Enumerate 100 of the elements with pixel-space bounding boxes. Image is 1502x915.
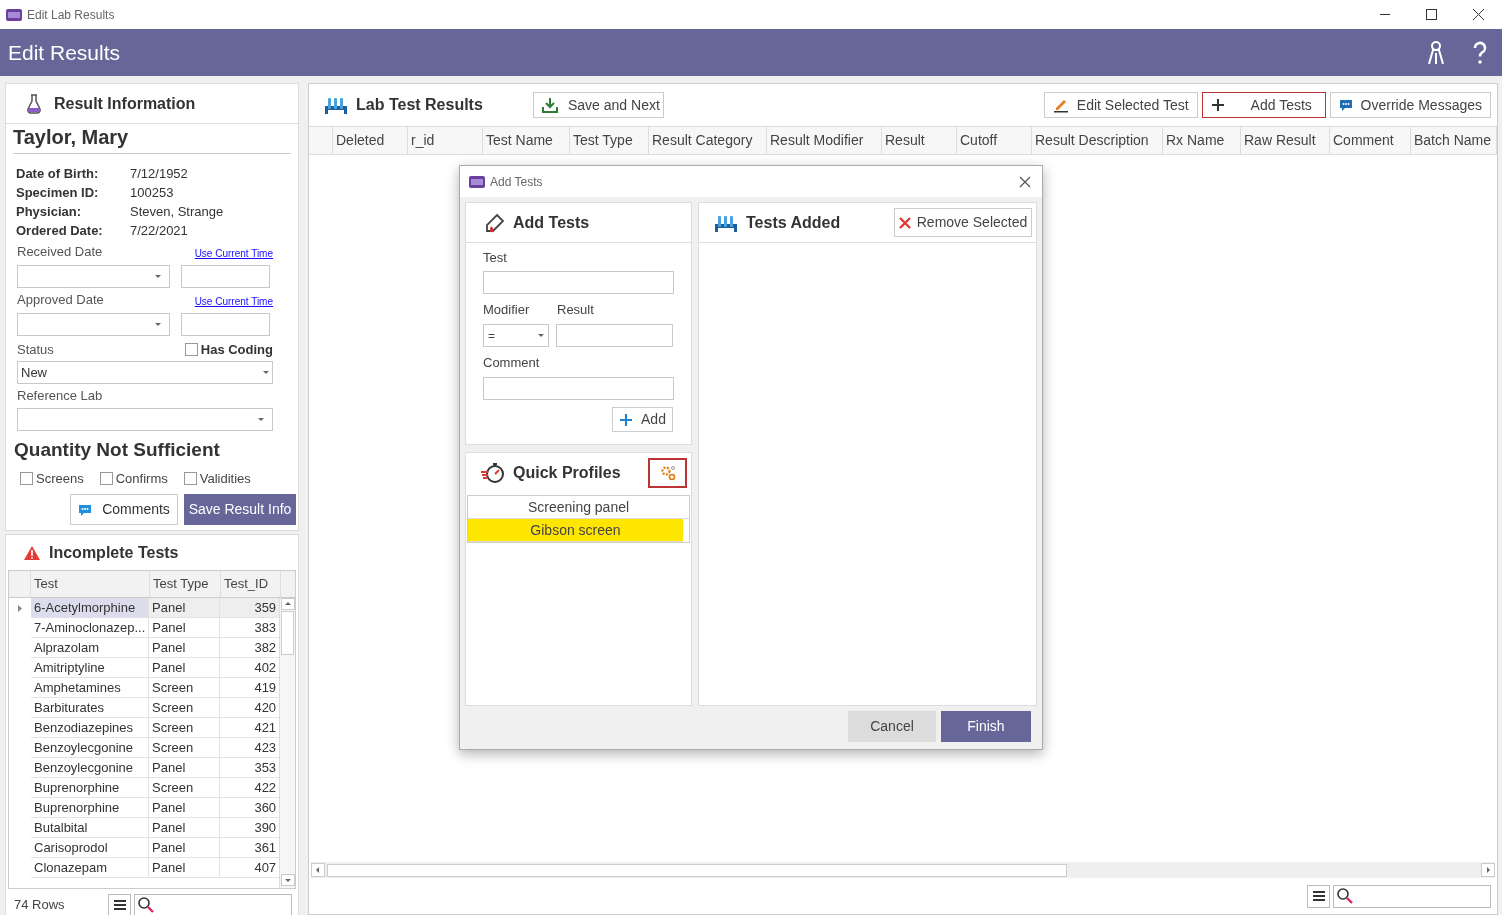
column-header[interactable]: Raw Result	[1241, 127, 1330, 154]
list-item[interactable]: Gibson screen	[468, 519, 683, 542]
checkbox[interactable]	[99, 471, 113, 485]
table-cell[interactable]: Screen	[149, 678, 220, 698]
scrollbar[interactable]	[311, 862, 1495, 878]
table-cell[interactable]: Benzoylecgonine	[31, 738, 150, 758]
checkbox[interactable]	[183, 471, 197, 485]
table-cell[interactable]: Amitriptyline	[31, 658, 150, 678]
table-cell[interactable]: Benzodiazepines	[31, 718, 150, 738]
table-cell[interactable]: Panel	[149, 838, 220, 858]
finish-button[interactable]: Finish	[941, 711, 1031, 742]
table-cell[interactable]: 6-Acetylmorphine	[31, 598, 150, 618]
menu-button[interactable]	[108, 893, 131, 915]
checkbox[interactable]	[20, 471, 33, 485]
table-cell[interactable]: Panel	[149, 858, 220, 878]
toolbar-button[interactable]: Edit Selected Test	[1043, 92, 1198, 118]
close-icon	[1473, 9, 1484, 20]
field-value: 100253	[130, 184, 175, 202]
plus-icon	[619, 412, 634, 427]
table-cell[interactable]: Panel	[149, 618, 220, 638]
table-cell[interactable]: Panel	[149, 758, 220, 778]
search-field[interactable]	[134, 893, 292, 915]
input-field[interactable]	[181, 313, 270, 336]
menu-button[interactable]	[1307, 884, 1330, 908]
table-cell[interactable]: Panel	[149, 798, 220, 818]
column-header[interactable]: Comment	[1330, 127, 1411, 154]
input-field[interactable]	[556, 324, 673, 347]
toolbar-button[interactable]: Save and Next	[533, 92, 664, 118]
checkbox[interactable]	[184, 342, 198, 356]
table-cell[interactable]: Panel	[149, 658, 220, 678]
input-field[interactable]	[181, 265, 270, 288]
checkbox-label: Confirms	[115, 469, 168, 488]
table-cell[interactable]: Screen	[149, 698, 220, 718]
add-button[interactable]: Add	[612, 407, 673, 432]
dropdown[interactable]	[17, 313, 170, 336]
search-field[interactable]	[1333, 884, 1491, 908]
table-cell[interactable]: Panel	[149, 818, 220, 838]
caret-icon	[155, 274, 161, 279]
column-header[interactable]: Test Name	[483, 127, 570, 154]
column-header[interactable]: Test	[31, 571, 150, 597]
column-header[interactable]: Test Type	[570, 127, 649, 154]
input-field[interactable]	[483, 271, 674, 294]
minimize-icon	[1380, 14, 1390, 15]
column-header[interactable]: Deleted	[333, 127, 408, 154]
column-header[interactable]: Result	[882, 127, 957, 154]
table-cell[interactable]: Screen	[149, 718, 220, 738]
column-header[interactable]: Rx Name	[1163, 127, 1241, 154]
scroll-thumb[interactable]	[327, 863, 1067, 877]
cancel-button[interactable]: Cancel	[848, 711, 936, 742]
scrollbar[interactable]	[279, 598, 295, 888]
field-label: Ordered Date:	[16, 222, 104, 240]
use-current-time-link[interactable]: Use Current Time	[194, 246, 273, 261]
dropdown[interactable]: =	[483, 324, 550, 347]
table-cell[interactable]: Clonazepam	[31, 858, 150, 878]
remove-selected-button[interactable]: Remove Selected	[894, 208, 1032, 237]
section-title: Tests Added	[746, 212, 841, 233]
column-header[interactable]: Cutoff	[957, 127, 1032, 154]
table-cell[interactable]: Panel	[149, 638, 220, 658]
column-header[interactable]: Batch Name	[1411, 127, 1497, 154]
table-cell[interactable]: 359	[219, 598, 280, 618]
comments-button[interactable]: Comments	[70, 494, 178, 525]
table-cell[interactable]: 7-Aminoclonazep...	[31, 618, 150, 638]
section-title: Add Tests	[513, 212, 590, 233]
section-title: Lab Test Results	[356, 95, 484, 115]
table-cell[interactable]: Barbiturates	[31, 698, 150, 718]
field-label: Reference Lab	[17, 387, 104, 405]
table-cell[interactable]: Screen	[149, 778, 220, 798]
page-title: Edit Results	[8, 39, 121, 66]
table-cell[interactable]: Buprenorphine	[31, 778, 150, 798]
scroll-thumb[interactable]	[281, 611, 295, 655]
input-field[interactable]	[483, 377, 674, 400]
column-header[interactable]: Test_ID	[221, 571, 281, 597]
table-cell[interactable]: Panel	[149, 598, 220, 618]
app-logo-icon	[469, 174, 485, 189]
toolbar-button[interactable]: Override Messages	[1329, 92, 1491, 118]
dropdown[interactable]: New	[17, 361, 273, 384]
table-cell[interactable]: Benzoylecgonine	[31, 758, 150, 778]
table-cell[interactable]: Butalbital	[31, 818, 150, 838]
dropdown[interactable]	[17, 408, 273, 431]
warning-icon	[23, 544, 41, 561]
settings-button[interactable]	[648, 458, 687, 488]
save-button[interactable]: Save Result Info	[184, 494, 296, 525]
table-cell[interactable]: Screen	[149, 738, 220, 758]
column-header[interactable]: Result Description	[1032, 127, 1163, 154]
column-header[interactable]: r_id	[408, 127, 483, 154]
table-cell[interactable]: Alprazolam	[31, 638, 150, 658]
column-header[interactable]: Test Type	[150, 571, 221, 597]
toolbar-button[interactable]: Add Tests	[1201, 92, 1326, 118]
column-header[interactable]: Result Category	[649, 127, 767, 154]
section-title: Incomplete Tests	[49, 542, 179, 563]
use-current-time-link[interactable]: Use Current Time	[194, 294, 273, 309]
pencil-icon	[1052, 97, 1069, 113]
table-cell[interactable]: Carisoprodol	[31, 838, 150, 858]
checkbox-label: Validities	[199, 469, 251, 488]
dropdown[interactable]	[17, 265, 170, 288]
close-icon	[1019, 175, 1031, 188]
dropper-icon	[483, 212, 505, 233]
table-cell[interactable]: Amphetamines	[31, 678, 150, 698]
column-header[interactable]: Result Modifier	[767, 127, 882, 154]
table-cell[interactable]: Buprenorphine	[31, 798, 150, 818]
